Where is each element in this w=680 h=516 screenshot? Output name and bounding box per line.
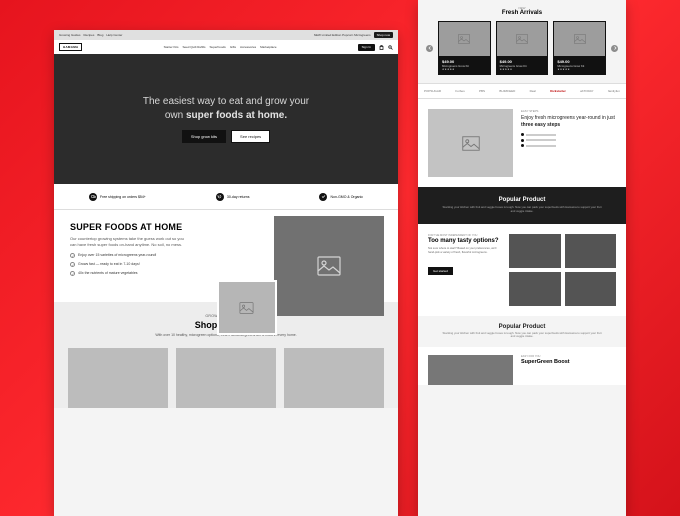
nav-link[interactable]: Seed Quilt Refills xyxy=(182,45,205,49)
press-logos: POPSUGAR Forbes PBS BUZZFEED Real Kickst… xyxy=(418,83,626,99)
topbar-link[interactable]: Growing Guides xyxy=(59,33,81,37)
carousel-next-button[interactable] xyxy=(611,45,618,52)
placeholder-image xyxy=(428,355,513,385)
tasty-options-section: FOR THE MOST INDEPENDENT OF YOU Too many… xyxy=(418,224,626,316)
announcement-bar: Growing Guides Recipes Blog Help Center … xyxy=(54,30,398,40)
topbar-link[interactable]: Blog xyxy=(97,33,103,37)
topbar-link[interactable]: Help Center xyxy=(106,33,122,37)
feature-item: Enjoy over 15 varieties of microgreens y… xyxy=(70,253,203,258)
truck-icon xyxy=(89,193,97,201)
fresh-arrivals-section: NEW Fresh Arrivals $49.00Microgreens Gro… xyxy=(418,0,626,83)
promo-text: NEW Limited Edition Popcorn Microgreens xyxy=(314,33,371,37)
nav-link[interactable]: Gifts xyxy=(230,45,236,49)
section-description: Our countertop growing systems take the … xyxy=(70,236,190,247)
nav-link[interactable]: Accessories xyxy=(240,45,256,49)
step-indicator xyxy=(521,144,616,147)
product-card[interactable]: $49.00Microgreens Grow Kit★★★★★ xyxy=(496,21,549,75)
placeholder-image xyxy=(217,280,277,335)
section-heading: Popular Product xyxy=(432,324,612,330)
product-card[interactable]: $49.00Microgreens Grow Kit★★★★★ xyxy=(438,21,491,75)
wireframe-left: Growing Guides Recipes Blog Help Center … xyxy=(54,30,398,516)
section-description: Not sure where to start? Based on your p… xyxy=(428,247,503,255)
press-logo: PBS xyxy=(479,89,485,93)
feature-item: 40x the nutrients of mature vegetables xyxy=(70,271,203,276)
section-overline: EASY STEPS xyxy=(521,109,616,113)
value-prop: Free shipping on orders $54+ xyxy=(89,193,146,201)
placeholder-image xyxy=(274,216,384,316)
placeholder-image xyxy=(428,109,513,177)
popular-product-light: Popular Product Stocking your kitchen wi… xyxy=(418,316,626,347)
step-indicator xyxy=(521,133,616,136)
signin-button[interactable]: Sign In xyxy=(358,44,375,51)
press-logo: Kickstarter xyxy=(550,89,566,93)
hero-headline: The easiest way to eat and grow your own… xyxy=(143,95,309,122)
hero-secondary-button[interactable]: See recipes xyxy=(231,130,270,143)
section-heading: Enjoy fresh microgreens year-round in ju… xyxy=(521,115,616,128)
bag-icon[interactable] xyxy=(379,45,384,50)
press-logo: familyfun xyxy=(608,89,620,93)
return-icon xyxy=(216,193,224,201)
section-description: Stocking your kitchen with fruit and veg… xyxy=(442,332,602,339)
nav-link[interactable]: Marketplace xyxy=(260,45,276,49)
section-overline: FOR THE MOST INDEPENDENT OF YOU xyxy=(428,234,503,237)
value-props: Free shipping on orders $54+ 30-day retu… xyxy=(54,184,398,210)
section-description: Stocking your kitchen with fruit and veg… xyxy=(442,206,602,214)
placeholder-image xyxy=(509,272,560,306)
product-card[interactable] xyxy=(176,348,276,408)
hero-section: The easiest way to eat and grow your own… xyxy=(54,54,398,184)
press-logo: abTODAY xyxy=(580,89,593,93)
step-indicator xyxy=(521,139,616,142)
product-card[interactable]: $49.00Microgreens Grow Kit★★★★★ xyxy=(553,21,606,75)
product-card[interactable] xyxy=(284,348,384,408)
main-nav: HAMAMA Starter Kits Seed Quilt Refills S… xyxy=(54,40,398,54)
checkmark-icon xyxy=(70,271,75,276)
popular-product-dark: Popular Product Stocking your kitchen wi… xyxy=(418,187,626,224)
superfoods-section: SUPER FOODS AT HOME Our countertop growi… xyxy=(54,210,398,302)
checkmark-icon xyxy=(70,262,75,267)
section-heading: Popular Product xyxy=(432,197,612,203)
value-prop: 30-day returns xyxy=(216,193,250,201)
placeholder-image xyxy=(554,22,605,56)
section-heading: SuperGreen Boost xyxy=(521,359,616,365)
section-heading: Too many tasty options? xyxy=(428,238,503,244)
check-icon xyxy=(319,193,327,201)
get-started-button[interactable]: Get started xyxy=(428,267,453,275)
placeholder-image xyxy=(497,22,548,56)
section-overline: EASY FOR YOU xyxy=(521,355,616,358)
boost-section: EASY FOR YOU SuperGreen Boost xyxy=(418,347,626,385)
value-prop: Non-GMO & Organic xyxy=(319,193,362,201)
steps-section: EASY STEPS Enjoy fresh microgreens year-… xyxy=(418,99,626,187)
promo-cta-button[interactable]: Shop now xyxy=(374,32,393,38)
press-logo: BUZZFEED xyxy=(499,89,515,93)
topbar-link[interactable]: Recipes xyxy=(84,33,95,37)
carousel-prev-button[interactable] xyxy=(426,45,433,52)
placeholder-image xyxy=(439,22,490,56)
placeholder-image xyxy=(565,234,616,268)
press-logo: POPSUGAR xyxy=(424,89,441,93)
nav-link[interactable]: SuperFoods xyxy=(209,45,225,49)
product-card[interactable] xyxy=(68,348,168,408)
wireframe-right: NEW Fresh Arrivals $49.00Microgreens Gro… xyxy=(418,0,626,516)
hero-primary-button[interactable]: Shop grow kits xyxy=(182,130,226,143)
checkmark-icon xyxy=(70,253,75,258)
press-logo: Forbes xyxy=(455,89,464,93)
section-heading: Fresh Arrivals xyxy=(426,10,618,16)
press-logo: Real xyxy=(530,89,536,93)
search-icon[interactable] xyxy=(388,45,393,50)
logo[interactable]: HAMAMA xyxy=(59,43,82,51)
placeholder-image xyxy=(509,234,560,268)
section-heading: SUPER FOODS AT HOME xyxy=(70,222,203,232)
feature-item: Grows fast — ready to eat in 7-10 days! xyxy=(70,262,203,267)
placeholder-image xyxy=(565,272,616,306)
nav-link[interactable]: Starter Kits xyxy=(164,45,179,49)
